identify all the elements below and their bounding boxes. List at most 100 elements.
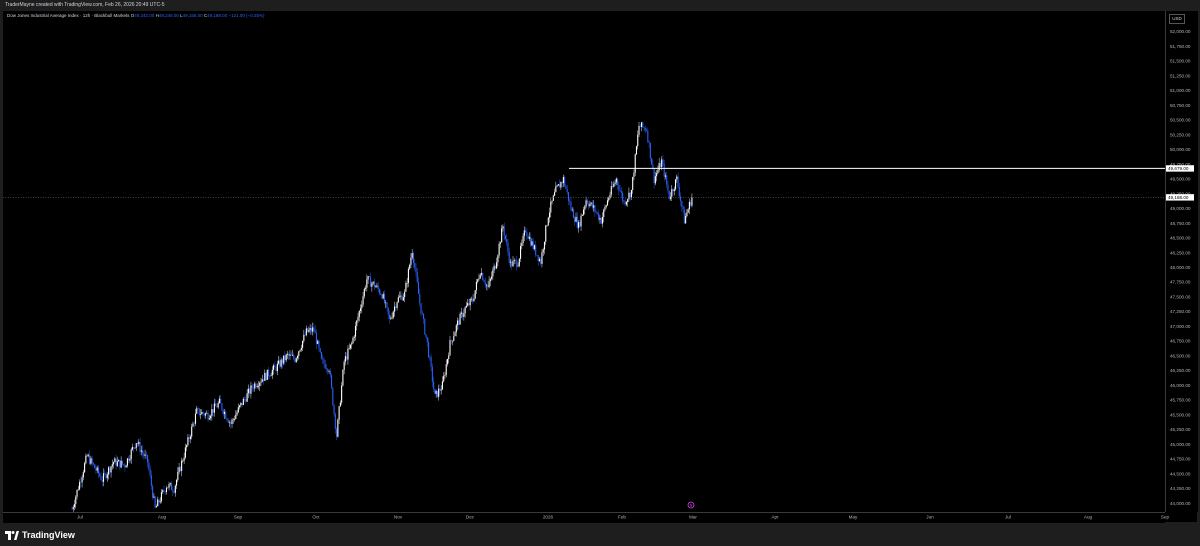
candle-body [478,278,480,280]
candle-body [221,403,223,410]
candle-body [585,200,587,207]
candle-body [174,485,176,493]
candle-body [399,296,401,298]
candle-body [546,225,548,226]
candle-body [341,385,343,403]
candle-body [370,276,372,287]
candle-body [303,334,305,341]
candle-body [594,205,596,212]
candle-body [147,454,149,463]
candle-body [375,286,377,288]
currency-selector[interactable]: USD [1169,14,1185,24]
candle-body [548,212,551,218]
candle-body [325,368,328,370]
open-value: 49,242.00 [134,13,155,18]
candle-body [491,276,493,279]
candle-body [285,354,287,361]
x-tick-label: Jul [77,515,83,520]
candle-body [368,276,370,277]
candle-body [328,371,330,372]
candle-body [632,177,634,190]
candle-body [407,268,409,283]
candle-body [309,328,311,330]
candle-body [95,468,97,471]
candle-body [434,388,436,394]
candle-body [396,302,398,308]
candle-body [569,200,571,202]
candle-body [554,192,556,196]
candle-body [629,192,631,198]
candle-body [448,355,450,360]
candle-body [363,288,365,297]
candle-body [464,307,466,314]
y-tick-label: 44,250.00 [1170,486,1191,491]
candle-body [561,182,563,184]
candle-body [143,453,145,456]
candle-body [454,332,456,337]
candle-body [680,196,682,202]
candle-body [230,422,232,424]
candle-body [286,353,289,355]
candle-body [559,184,561,188]
candle-body [428,342,430,358]
candle-body [323,359,325,364]
candle-body [86,455,88,457]
candle-body [565,185,567,189]
candle-body [673,189,675,192]
candle-body [550,201,552,213]
candle-body [591,202,593,208]
candle-body [111,464,113,467]
candle-body [203,413,205,416]
candle-body [194,413,197,424]
candle-body [312,327,314,332]
candle-body [435,390,437,394]
candle-body [622,192,624,201]
candle-body [313,327,315,331]
candle-body [133,447,135,448]
candle-body [357,316,359,321]
candle-body [383,293,386,303]
candle-body [496,262,498,269]
candle-body [431,366,433,382]
candle-body [176,479,178,486]
candle-body [382,293,384,299]
candle-body [646,130,648,132]
candle-body [322,358,324,360]
candle-body [94,464,96,469]
candle-body [338,406,340,420]
candle-body [390,318,392,320]
candle-body [511,261,513,267]
candle-body [654,176,656,184]
candle-body [485,284,488,286]
candle-body [246,393,248,402]
candle-body [658,163,660,171]
y-tick-label: 47,500.00 [1170,294,1191,299]
candle-body [283,355,285,364]
candle-body [580,215,582,227]
candle-body [412,253,415,264]
candle-body [577,222,580,228]
candle-body [628,192,630,200]
candle-body [613,183,615,187]
candle-body [271,369,273,376]
candle-body [664,175,667,177]
horizontal-line-price-label: 49,679.00 [1168,166,1189,171]
candle-body [615,178,617,183]
candle-body [268,369,270,377]
candle-body [487,284,489,288]
candle-body [197,408,199,409]
candle-body [207,412,209,420]
y-tick-label: 47,750.00 [1170,280,1191,285]
candle-body [72,507,74,510]
candle-body [572,209,575,218]
x-tick-label: May [849,515,858,520]
candle-body [469,298,471,306]
candle-body [690,201,692,206]
candle-body [281,359,283,364]
candle-body [657,170,659,174]
candle-body [327,369,329,372]
candle-body [159,501,161,503]
candle-body [260,381,262,383]
candle-body [652,164,654,169]
candle-body [231,419,233,424]
